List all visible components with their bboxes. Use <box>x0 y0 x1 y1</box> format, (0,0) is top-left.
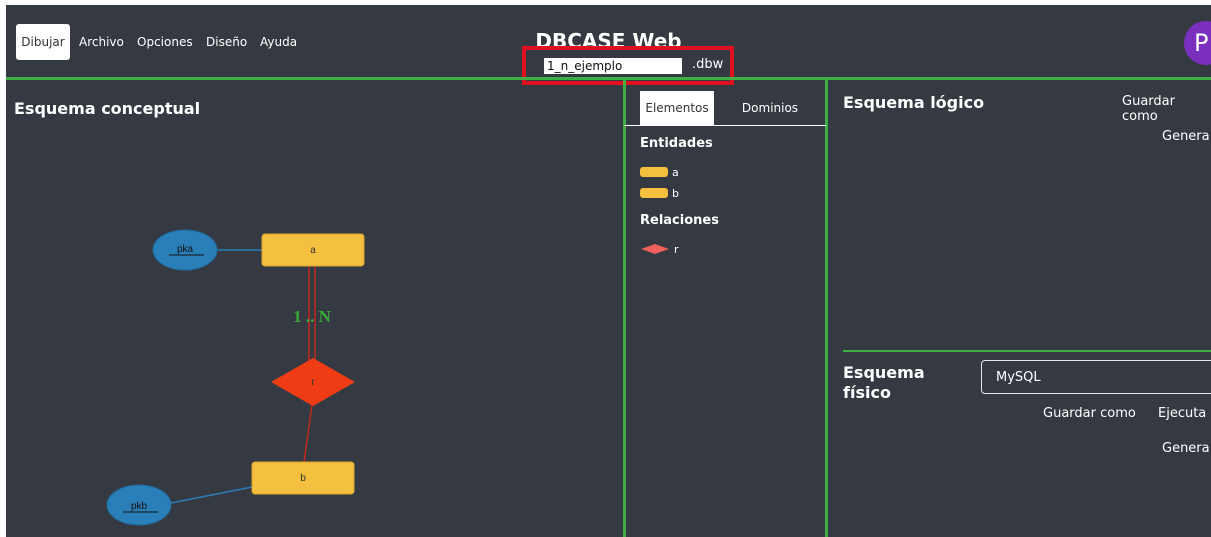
db-engine-value: MySQL <box>996 369 1041 385</box>
app-window: Dibujar Archivo Opciones Diseño Ayuda DB… <box>6 5 1211 537</box>
tabs-underline <box>624 125 826 126</box>
entity-list-label: b <box>672 186 679 200</box>
physical-execute-button[interactable]: Ejecuta <box>1158 406 1206 421</box>
connector-r-b <box>303 404 313 463</box>
attribute-pka-label: pka <box>177 244 194 255</box>
top-bar: Dibujar Archivo Opciones Diseño Ayuda DB… <box>6 5 1211 85</box>
entities-section-title: Entidades <box>640 136 713 151</box>
middle-panel-separator <box>825 80 828 537</box>
entity-icon <box>640 167 668 177</box>
connector-pkb-b <box>170 486 253 504</box>
relation-r[interactable]: r <box>271 358 355 406</box>
tab-elementos[interactable]: Elementos <box>640 91 714 125</box>
entity-list-item-a[interactable]: a <box>640 165 679 179</box>
left-panel-separator <box>623 80 626 537</box>
logical-physical-separator <box>843 350 1211 352</box>
db-engine-select[interactable]: MySQL <box>981 360 1211 394</box>
entity-b[interactable]: b <box>251 461 355 495</box>
attribute-pkb[interactable]: pkb <box>106 484 172 526</box>
entity-list-label: a <box>672 165 679 179</box>
entity-a-label: a <box>310 245 316 256</box>
relation-list-label: r <box>674 242 679 256</box>
relation-list-item-r[interactable]: r <box>640 242 679 256</box>
physical-generate-button[interactable]: Genera <box>1162 441 1210 456</box>
entity-a[interactable]: a <box>261 233 365 267</box>
top-separator <box>6 77 1211 80</box>
logical-save-as-button[interactable]: Guardar como <box>1122 94 1211 124</box>
tab-dominios[interactable]: Dominios <box>728 91 812 125</box>
entity-icon <box>640 188 668 198</box>
entity-list-item-b[interactable]: b <box>640 186 679 200</box>
attribute-pkb-label: pkb <box>131 501 148 512</box>
physical-save-as-button[interactable]: Guardar como <box>1043 406 1136 421</box>
relations-section-title: Relaciones <box>640 213 719 228</box>
logical-generate-button[interactable]: Genera <box>1162 129 1210 144</box>
logical-schema-title: Esquema lógico <box>843 93 985 112</box>
er-diagram-canvas[interactable]: pka pkb a b r 1 .. N <box>6 85 621 537</box>
attribute-pka[interactable]: pka <box>152 229 218 271</box>
entity-b-label: b <box>300 473 306 484</box>
physical-schema-title: Esquema físico <box>843 363 925 402</box>
cardinality-label: 1 .. N <box>293 307 332 326</box>
relation-icon <box>641 244 669 254</box>
